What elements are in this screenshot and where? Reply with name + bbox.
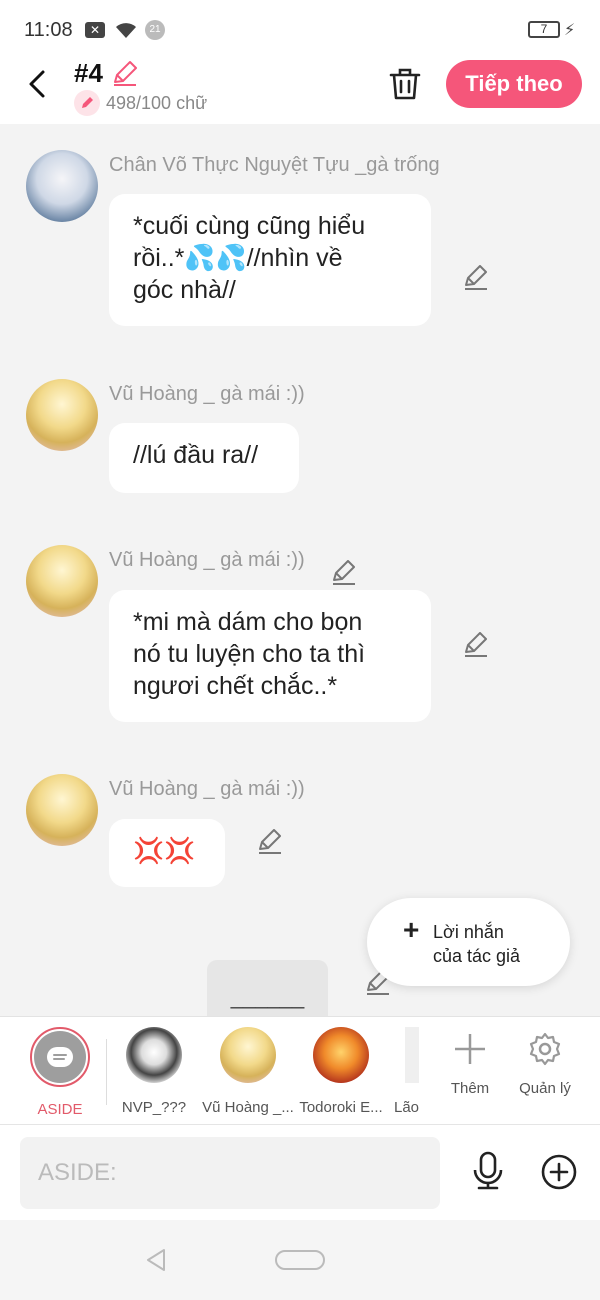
manage-button[interactable]: Quản lý <box>515 1031 575 1097</box>
word-count: 498/100 chữ <box>74 90 207 116</box>
nav-home-button[interactable] <box>275 1250 325 1270</box>
editor-header: #4 498/100 chữ Tiếp theo <box>0 58 600 124</box>
delete-button[interactable] <box>388 66 422 107</box>
author-note-button[interactable]: + Lời nhắn của tác giả <box>367 898 570 986</box>
character-item[interactable]: Lão <box>391 1027 421 1116</box>
word-count-text: 498/100 chữ <box>106 92 208 113</box>
character-item[interactable]: Vũ Hoàng _... <box>200 1027 296 1116</box>
notification-count-badge: 21 <box>145 20 165 40</box>
episode-title: #4 <box>74 58 103 88</box>
status-bar: 11:08 ✕ 21 7 ⚡ <box>0 0 600 58</box>
manage-label: Quản lý <box>519 1080 571 1097</box>
edit-message-icon[interactable] <box>330 560 358 588</box>
attach-button[interactable] <box>540 1153 578 1196</box>
nav-back-icon[interactable] <box>144 1248 168 1272</box>
message-line: nó tu luyện cho ta thì <box>133 640 366 668</box>
message-line: góc nhà// <box>133 276 236 304</box>
notification-close-icon: ✕ <box>85 22 105 38</box>
message-bubble[interactable]: 💢💢 <box>109 819 225 887</box>
character-name: Vũ Hoàng _... <box>202 1099 294 1116</box>
author-note-line: của tác giả <box>433 946 521 966</box>
system-navigation-bar <box>0 1220 600 1300</box>
message-bubble[interactable]: //lú đầu ra// <box>109 423 299 493</box>
message-line: //lú đầu ra// <box>133 441 259 469</box>
sender-name: Vũ Hoàng _ gà mái :)) <box>109 549 305 571</box>
chat-thread[interactable]: Chân Võ Thực Nguyệt Tựu _gà trống *cuối … <box>0 124 600 1016</box>
battery-icon: 7 <box>528 21 560 38</box>
author-note-line: Lời nhắn <box>433 922 504 942</box>
plus-icon: + <box>403 914 420 945</box>
avatar[interactable] <box>26 150 98 222</box>
character-item[interactable]: Todoroki E... <box>293 1027 389 1116</box>
edit-message-icon[interactable] <box>462 632 490 660</box>
add-character-button[interactable]: Thêm <box>446 1031 494 1097</box>
message-line: ngươi chết chắc..* <box>133 672 338 700</box>
sender-name: Vũ Hoàng _ gà mái :)) <box>109 383 305 405</box>
chevron-left-icon <box>29 70 45 98</box>
message-bubble[interactable]: *mi mà dám cho bọn nó tu luyện cho ta th… <box>109 590 431 722</box>
message-line: *mi mà dám cho bọn <box>133 608 363 636</box>
avatar <box>313 1027 369 1083</box>
pen-icon <box>74 90 100 116</box>
charging-icon: ⚡ <box>564 22 576 39</box>
chat-bubble-icon <box>47 1047 73 1067</box>
character-name: Lão <box>394 1099 420 1116</box>
voice-button[interactable] <box>470 1151 506 1196</box>
avatar[interactable] <box>26 379 98 451</box>
aside-avatar <box>30 1027 90 1087</box>
message-bubble[interactable]: *cuối cùng cũng hiểu rồi..*💦💦//nhìn về g… <box>109 194 431 326</box>
gear-icon <box>529 1032 561 1066</box>
avatar[interactable] <box>26 545 98 617</box>
add-label: Thêm <box>450 1080 490 1097</box>
partial-message-bubble[interactable]: ______ <box>207 960 328 1016</box>
wifi-icon <box>116 23 136 38</box>
character-name: NVP_??? <box>121 1099 187 1116</box>
avatar[interactable] <box>26 774 98 846</box>
character-name: ASIDE <box>37 1101 83 1118</box>
sender-name: Vũ Hoàng _ gà mái :)) <box>109 778 305 800</box>
sender-name: Chân Võ Thực Nguyệt Tựu _gà trống <box>109 154 440 176</box>
character-name: Todoroki E... <box>299 1099 383 1116</box>
next-button[interactable]: Tiếp theo <box>446 60 582 108</box>
message-line: rồi..*💦💦//nhìn về <box>133 244 343 272</box>
trash-icon <box>389 68 421 100</box>
plus-circle-icon <box>541 1154 577 1190</box>
avatar <box>220 1027 276 1083</box>
message-input[interactable] <box>20 1137 440 1209</box>
avatar <box>405 1027 419 1083</box>
character-aside[interactable]: ASIDE <box>12 1027 108 1118</box>
character-selector: ASIDE NVP_??? Vũ Hoàng _... Todoroki E..… <box>0 1016 600 1124</box>
composer <box>0 1124 600 1220</box>
message-line: 💢💢 <box>133 837 196 865</box>
avatar <box>126 1027 182 1083</box>
edit-message-icon[interactable] <box>256 829 284 857</box>
status-time: 11:08 <box>24 19 73 41</box>
back-button[interactable] <box>20 66 56 102</box>
character-item[interactable]: NVP_??? <box>106 1027 202 1116</box>
microphone-icon <box>473 1151 503 1190</box>
pencil-icon[interactable] <box>110 60 140 88</box>
plus-icon <box>455 1034 485 1064</box>
author-note-label: Lời nhắn của tác giả <box>433 920 520 968</box>
edit-message-icon[interactable] <box>462 265 490 293</box>
message-line: *cuối cùng cũng hiểu <box>133 212 366 240</box>
